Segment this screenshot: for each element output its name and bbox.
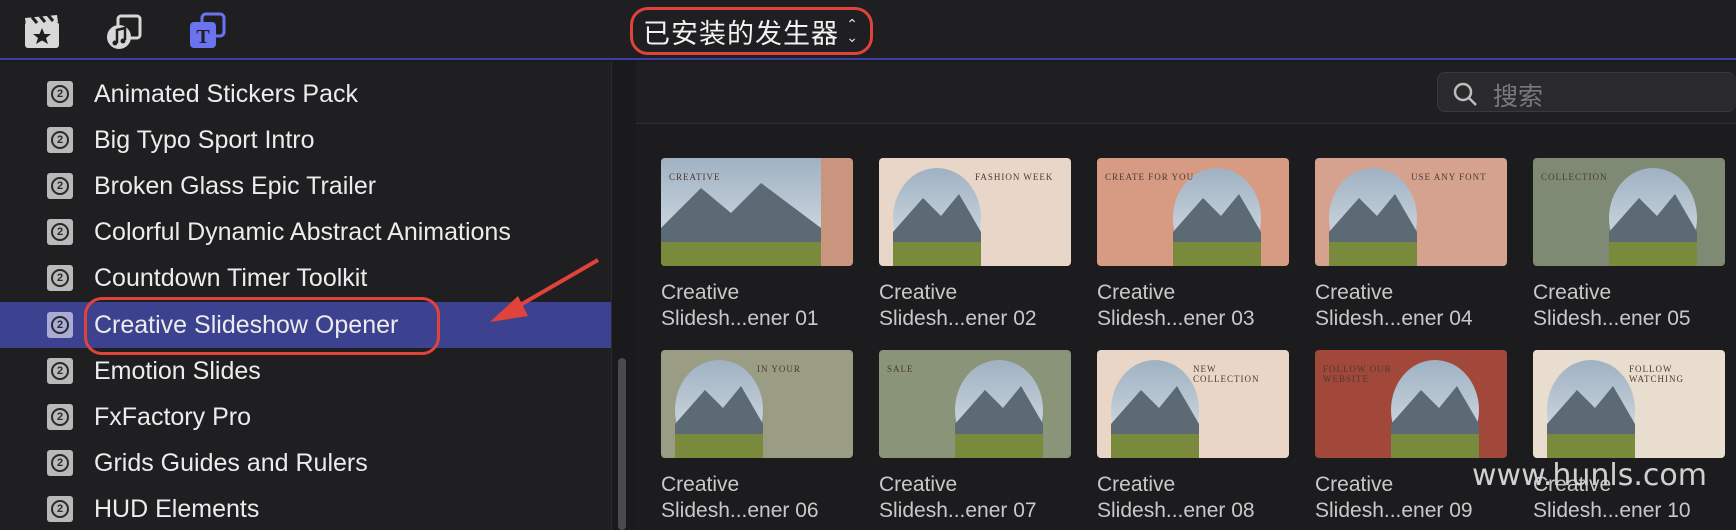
search-icon — [1452, 81, 1478, 112]
annotation-arrow-icon — [490, 258, 600, 322]
caption-line-2: Slidesh...ener 07 — [879, 499, 1037, 522]
caption-line-1: Creative — [1097, 473, 1176, 496]
browser-category-select[interactable]: 已安装的发生器 ⌃ ⌄ — [630, 7, 873, 55]
thumbnail-title-text: IN YOUR — [757, 364, 801, 374]
caption-line-1: Creative — [879, 473, 958, 496]
caption-line-1: Creative — [1315, 281, 1394, 304]
caption-line-1: Creative — [1097, 281, 1176, 304]
generator-thumbnail: IN YOUR — [661, 350, 853, 458]
search-placeholder: 搜索 — [1493, 82, 1544, 111]
sidebar-item-label: Big Typo Sport Intro — [94, 126, 315, 154]
search-field[interactable]: 搜索 — [1437, 72, 1736, 112]
package-icon: 2 — [47, 265, 73, 291]
up-down-chevron-icon: ⌃ ⌄ — [846, 16, 858, 45]
package-icon: 2 — [47, 450, 73, 476]
caption-line-2: Slidesh...ener 04 — [1315, 307, 1473, 330]
thumbnail-title-text: USE ANY FONT — [1411, 172, 1487, 182]
sidebar-item-hud-elements[interactable]: 2 HUD Elements — [0, 486, 611, 530]
sidebar-item-label: Broken Glass Epic Trailer — [94, 172, 377, 200]
sidebar-item-grids-guides-and-rulers[interactable]: 2 Grids Guides and Rulers — [0, 440, 611, 486]
thumbnail-title-text: FOLLOW OUR WEBSITE — [1323, 364, 1392, 384]
caption-line-2: Slidesh...ener 01 — [661, 307, 819, 330]
selection-highlight-ring — [84, 297, 440, 355]
package-icon: 2 — [47, 358, 73, 384]
sidebar-item-animated-stickers-pack[interactable]: 2 Animated Stickers Pack — [0, 71, 611, 117]
titles-generators-icon[interactable]: T — [188, 12, 228, 52]
caption-line-2: Slidesh...ener 10 — [1533, 499, 1691, 522]
caption-line-2: Slidesh...ener 06 — [661, 499, 819, 522]
package-icon: 2 — [47, 219, 73, 245]
package-icon: 2 — [47, 496, 73, 522]
generator-caption: Creative Slidesh...ener 07 — [879, 472, 1071, 524]
caption-line-1: Creative — [879, 281, 958, 304]
svg-text:T: T — [196, 26, 210, 48]
caption-line-2: Slidesh...ener 08 — [1097, 499, 1255, 522]
generator-tile[interactable]: CREATE FOR YOU Creative Slidesh...ener 03 — [1097, 158, 1289, 332]
generator-tile[interactable]: SALE Creative Slidesh...ener 07 — [879, 350, 1071, 524]
generator-caption: Creative Slidesh...ener 02 — [879, 280, 1071, 332]
generator-thumbnail: CREATIVE — [661, 158, 853, 266]
generator-tile[interactable]: NEW COLLECTION Creative Slidesh...ener 08 — [1097, 350, 1289, 524]
sidebar-item-colorful-dynamic-abstract-animations[interactable]: 2 Colorful Dynamic Abstract Animations — [0, 209, 611, 255]
generator-caption: Creative Slidesh...ener 06 — [661, 472, 853, 524]
generator-caption: Creative Slidesh...ener 08 — [1097, 472, 1289, 524]
generator-tile[interactable]: FOLLOW OUR WEBSITE Creative Slidesh...ener… — [1315, 350, 1507, 524]
package-icon: 2 — [47, 404, 73, 430]
caption-line-2: Slidesh...ener 02 — [879, 307, 1037, 330]
caption-line-1: Creative — [661, 473, 740, 496]
sidebar-item-label: HUD Elements — [94, 495, 260, 523]
sidebar-scrollbar-thumb[interactable] — [618, 358, 626, 530]
sidebar-item-label: Colorful Dynamic Abstract Animations — [94, 218, 511, 246]
watermark: www.hunls.com — [1472, 458, 1708, 493]
generator-tile[interactable]: USE ANY FONT Creative Slidesh...ener 04 — [1315, 158, 1507, 332]
generator-caption: Creative Slidesh...ener 04 — [1315, 280, 1507, 332]
thumbnail-title-text: COLLECTION — [1541, 172, 1608, 182]
thumbnail-title-text: FASHION WEEK — [975, 172, 1054, 182]
generator-tile[interactable]: CREATIVE Creative Slidesh...ener 01 — [661, 158, 853, 332]
caption-line-2: Slidesh...ener 03 — [1097, 307, 1255, 330]
generator-thumbnail: COLLECTION — [1533, 158, 1725, 266]
caption-line-1: Creative — [661, 281, 740, 304]
caption-line-1: Creative — [1533, 281, 1612, 304]
sidebar-item-label: Animated Stickers Pack — [94, 80, 358, 108]
caption-line-2: Slidesh...ener 05 — [1533, 307, 1691, 330]
sidebar-item-fxfactory-pro[interactable]: 2 FxFactory Pro — [0, 394, 611, 440]
clapper-star-icon[interactable] — [22, 12, 62, 52]
caption-line-2: Slidesh...ener 09 — [1315, 499, 1473, 522]
generator-thumbnail: FOLLOW WATCHING — [1533, 350, 1725, 458]
generator-thumbnail: CREATE FOR YOU — [1097, 158, 1289, 266]
sidebar-item-big-typo-sport-intro[interactable]: 2 Big Typo Sport Intro — [0, 117, 611, 163]
sidebar-item-label: Countdown Timer Toolkit — [94, 264, 368, 292]
package-icon: 2 — [47, 127, 73, 153]
sidebar-item-label: Grids Guides and Rulers — [94, 449, 368, 477]
generator-thumbnail: NEW COLLECTION — [1097, 350, 1289, 458]
generator-caption: Creative Slidesh...ener 01 — [661, 280, 853, 332]
generator-caption: Creative Slidesh...ener 05 — [1533, 280, 1725, 332]
package-icon: 2 — [47, 81, 73, 107]
thumbnail-title-text: SALE — [887, 364, 914, 374]
generator-tile[interactable]: COLLECTION Creative Slidesh...ener 05 — [1533, 158, 1725, 332]
generator-thumbnail: FASHION WEEK — [879, 158, 1071, 266]
thumbnail-title-text: NEW COLLECTION — [1193, 364, 1260, 384]
thumbnail-title-text: CREATIVE — [669, 172, 721, 182]
browser-category-label: 已安装的发生器 — [643, 18, 839, 50]
generator-tile[interactable]: FOLLOW WATCHING Creative Slidesh...ener 10 — [1533, 350, 1725, 524]
thumbnail-title-text: FOLLOW WATCHING — [1629, 364, 1684, 384]
thumbnail-title-text: CREATE FOR YOU — [1105, 172, 1195, 182]
sidebar-item-broken-glass-epic-trailer[interactable]: 2 Broken Glass Epic Trailer — [0, 163, 611, 209]
package-icon: 2 — [47, 312, 73, 338]
generator-thumbnail: FOLLOW OUR WEBSITE — [1315, 350, 1507, 458]
generator-thumbnail: USE ANY FONT — [1315, 158, 1507, 266]
sidebar-item-label: FxFactory Pro — [94, 403, 251, 431]
sidebar-item-label: Emotion Slides — [94, 357, 261, 385]
photos-music-icon[interactable] — [105, 12, 145, 52]
generator-tile[interactable]: IN YOUR Creative Slidesh...ener 06 — [661, 350, 853, 524]
generator-thumbnail: SALE — [879, 350, 1071, 458]
generator-tile[interactable]: FASHION WEEK Creative Slidesh...ener 02 — [879, 158, 1071, 332]
package-icon: 2 — [47, 173, 73, 199]
generator-caption: Creative Slidesh...ener 03 — [1097, 280, 1289, 332]
